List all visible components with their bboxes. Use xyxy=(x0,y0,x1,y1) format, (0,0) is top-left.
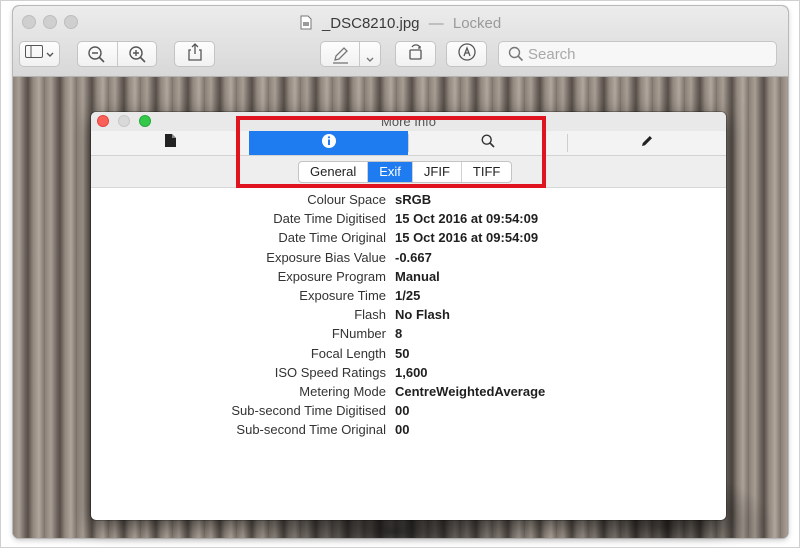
sidebar-view-button[interactable] xyxy=(19,41,60,67)
markup-pen-icon xyxy=(331,45,351,70)
exif-value: sRGB xyxy=(395,192,432,207)
exif-key: Metering Mode xyxy=(299,383,386,399)
panel-close-button[interactable] xyxy=(97,115,109,127)
search-input[interactable] xyxy=(528,45,758,63)
exif-key: Flash xyxy=(354,307,386,323)
exif-row: ISO Speed Ratings 1,600 xyxy=(91,363,726,382)
exif-value: 00 xyxy=(395,422,410,438)
rotate-button[interactable] xyxy=(395,41,436,67)
exif-key: Colour Space xyxy=(307,192,386,207)
search-field[interactable] xyxy=(498,41,777,67)
exif-key: Date Time Digitised xyxy=(273,211,386,227)
exif-row: Date Time Original 15 Oct 2016 at 09:54:0… xyxy=(91,228,726,247)
tab-annotations[interactable] xyxy=(568,131,726,155)
image-document-icon xyxy=(300,15,312,34)
lock-state: Locked xyxy=(452,15,502,32)
exif-value: 1/25 xyxy=(395,287,421,303)
exif-row: Exposure Program Manual xyxy=(91,267,726,286)
exif-value: 8 xyxy=(395,326,403,342)
chevron-down-icon xyxy=(366,50,374,68)
highlight-box xyxy=(236,116,546,188)
exif-value: 1,600 xyxy=(395,364,428,380)
exif-row: Colour Space sRGB xyxy=(91,190,726,209)
panel-zoom-button[interactable] xyxy=(139,115,151,127)
exif-value: 15 Oct 2016 at 09:54:09 xyxy=(395,211,539,227)
zoom-out-icon[interactable] xyxy=(87,45,107,70)
window-title: _DSC8210.jpg — Locked xyxy=(13,15,788,34)
exif-key: FNumber xyxy=(331,326,386,342)
exif-row: FNumber 8 xyxy=(91,324,726,343)
zoom-in-icon[interactable] xyxy=(128,45,148,70)
exif-value: Manual xyxy=(395,268,440,284)
exif-row: Focal Length 50 xyxy=(91,344,726,363)
exif-row: Exposure Bias Value -0.667 xyxy=(91,248,726,267)
exif-row: Flash No Flash xyxy=(91,305,726,324)
file-name: _DSC8210.jpg xyxy=(321,15,420,32)
exif-value: No Flash xyxy=(395,307,450,323)
exif-value: 00 xyxy=(395,403,410,419)
exif-key: Date Time Original xyxy=(278,230,386,246)
zoom-control xyxy=(77,41,157,67)
exif-row: Metering Mode CentreWeightedAverage xyxy=(91,382,726,401)
share-icon xyxy=(187,42,203,66)
share-button[interactable] xyxy=(174,41,215,67)
panel-minimize-button[interactable] xyxy=(118,115,130,127)
exif-value: 50 xyxy=(395,345,410,361)
sidebar-icon xyxy=(25,45,43,63)
exif-key: Sub-second Time Original xyxy=(236,422,386,438)
exif-key: Exposure Bias Value xyxy=(266,249,386,265)
title-separator: — xyxy=(428,15,444,32)
exif-table: Colour Space sRGB Date Time Digitised 15 O… xyxy=(91,190,726,439)
exif-value: 15 Oct 2016 at 09:54:09 xyxy=(395,230,539,246)
exif-value: -0.667 xyxy=(395,249,432,265)
title-bar: _DSC8210.jpg — Locked xyxy=(13,6,788,77)
exif-row: Exposure Time 1/25 xyxy=(91,286,726,305)
markup-button[interactable] xyxy=(320,41,381,67)
exif-row: Date Time Digitised 15 Oct 2016 at 09:54:… xyxy=(91,209,726,228)
chevron-down-icon xyxy=(46,45,54,63)
exif-value: CentreWeightedAverage xyxy=(395,383,546,399)
exif-key: ISO Speed Ratings xyxy=(274,364,386,380)
pencil-icon xyxy=(640,134,654,153)
annotate-icon xyxy=(457,42,477,67)
search-icon xyxy=(508,46,524,62)
document-icon xyxy=(164,134,176,152)
exif-key: Exposure Time xyxy=(299,287,386,303)
rotate-icon xyxy=(406,42,426,67)
exif-key: Focal Length xyxy=(310,345,386,361)
exif-key: Exposure Program xyxy=(277,268,386,284)
exif-row: Sub-second Time Original 00 xyxy=(91,420,726,439)
exif-key: Sub-second Time Digitised xyxy=(231,403,386,419)
tab-general-info[interactable] xyxy=(91,131,249,155)
annotate-button[interactable] xyxy=(446,41,487,67)
exif-row: Sub-second Time Digitised 00 xyxy=(91,401,726,420)
